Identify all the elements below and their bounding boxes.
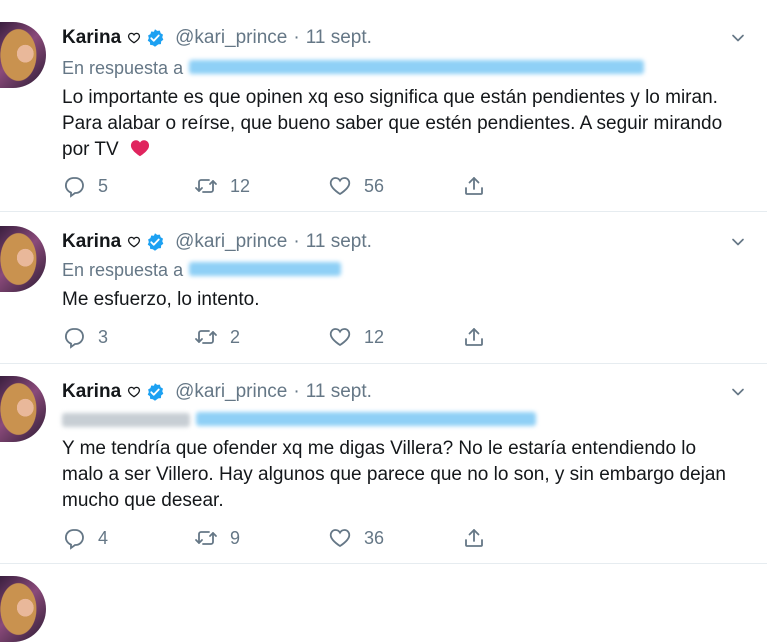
verified-badge-icon xyxy=(145,382,165,402)
share-button[interactable] xyxy=(462,325,486,349)
tweet-text: Y me tendría que ofender xq me digas Vil… xyxy=(62,436,742,514)
avatar[interactable] xyxy=(0,376,46,442)
reply-mentions-redacted[interactable] xyxy=(189,58,645,79)
retweet-icon xyxy=(194,325,218,349)
like-count: 12 xyxy=(364,326,385,347)
heart-outline-icon xyxy=(127,31,141,45)
retweet-icon xyxy=(194,174,218,198)
separator-dot: · xyxy=(293,27,300,48)
chevron-down-icon[interactable] xyxy=(728,382,748,402)
share-icon xyxy=(462,174,486,198)
separator-dot: · xyxy=(293,381,300,402)
tweet-text: Lo importante es que opinen xq eso signi… xyxy=(62,85,742,163)
retweet-count: 12 xyxy=(230,175,251,196)
reply-count: 5 xyxy=(98,175,109,196)
tweet-text-body: Lo importante es que opinen xq eso signi… xyxy=(62,87,723,160)
heart-outline-icon xyxy=(127,385,141,399)
redacted-mentions xyxy=(189,59,645,74)
like-icon xyxy=(328,526,352,550)
tweet[interactable]: Karina @kari_prince · 11 sept. Y me tend… xyxy=(0,364,767,564)
like-button[interactable]: 36 xyxy=(328,526,384,550)
tweet-date[interactable]: 11 sept. xyxy=(306,381,372,403)
retweet-button[interactable]: 12 xyxy=(194,174,250,198)
verified-badge-icon xyxy=(145,28,165,48)
reply-context: En respuesta a xyxy=(62,55,645,81)
reply-context: En respuesta a xyxy=(62,257,342,283)
separator-dot: · xyxy=(293,231,300,252)
author-handle[interactable]: @kari_prince xyxy=(175,27,287,49)
author-name[interactable]: Karina xyxy=(62,231,121,253)
reply-count: 3 xyxy=(98,326,109,347)
verified-badge-icon xyxy=(145,232,165,252)
tweet[interactable]: Karina @kari_prince · 11 sept. En respue… xyxy=(0,212,767,364)
chevron-down-icon[interactable] xyxy=(728,232,748,252)
author-handle[interactable]: @kari_prince xyxy=(175,231,287,253)
tweet-header: Karina @kari_prince · 11 sept. xyxy=(62,377,372,407)
reply-icon xyxy=(62,174,86,198)
author-name[interactable]: Karina xyxy=(62,381,121,403)
reply-prefix: En respuesta a xyxy=(62,57,184,78)
share-button[interactable] xyxy=(462,526,486,550)
share-icon xyxy=(462,526,486,550)
chevron-down-icon[interactable] xyxy=(728,28,748,48)
reply-mentions-redacted[interactable] xyxy=(196,410,536,431)
like-button[interactable]: 56 xyxy=(328,174,384,198)
redacted-mentions xyxy=(189,261,342,276)
tweet-text-body: Me esfuerzo, lo intento. xyxy=(62,289,260,310)
like-count: 56 xyxy=(364,175,385,196)
reply-icon xyxy=(62,526,86,550)
redacted-mentions xyxy=(196,411,536,426)
like-button[interactable]: 12 xyxy=(328,325,384,349)
retweet-count: 2 xyxy=(230,326,241,347)
tweet[interactable]: Karina @kari_prince · 11 sept. En respue… xyxy=(0,0,767,212)
reply-button[interactable]: 3 xyxy=(62,325,108,349)
reply-button[interactable]: 5 xyxy=(62,174,108,198)
avatar[interactable] xyxy=(0,576,46,642)
retweet-button[interactable]: 2 xyxy=(194,325,240,349)
like-count: 36 xyxy=(364,527,385,548)
author-name[interactable]: Karina xyxy=(62,27,121,49)
reply-icon xyxy=(62,325,86,349)
like-icon xyxy=(328,325,352,349)
like-icon xyxy=(328,174,352,198)
retweet-icon xyxy=(194,526,218,550)
reply-prefix: En respuesta a xyxy=(62,259,184,280)
reply-count: 4 xyxy=(98,527,109,548)
tweet-partial[interactable] xyxy=(0,564,767,642)
reply-mentions-redacted[interactable] xyxy=(189,260,342,281)
share-icon xyxy=(462,325,486,349)
tweet-header: Karina @kari_prince · 11 sept. xyxy=(62,23,372,53)
red-heart-emoji xyxy=(128,137,152,159)
tweet-text: Me esfuerzo, lo intento. xyxy=(62,287,742,313)
share-button[interactable] xyxy=(462,174,486,198)
heart-outline-icon xyxy=(127,235,141,249)
tweet-date[interactable]: 11 sept. xyxy=(306,231,372,253)
retweet-button[interactable]: 9 xyxy=(194,526,240,550)
redacted-reply-prefix xyxy=(62,413,190,427)
reply-button[interactable]: 4 xyxy=(62,526,108,550)
reply-context xyxy=(62,407,536,433)
avatar[interactable] xyxy=(0,226,46,292)
tweet-date[interactable]: 11 sept. xyxy=(306,27,372,49)
avatar[interactable] xyxy=(0,22,46,88)
tweet-header: Karina @kari_prince · 11 sept. xyxy=(62,227,372,257)
author-handle[interactable]: @kari_prince xyxy=(175,381,287,403)
tweet-text-body: Y me tendría que ofender xq me digas Vil… xyxy=(62,438,726,511)
retweet-count: 9 xyxy=(230,527,241,548)
